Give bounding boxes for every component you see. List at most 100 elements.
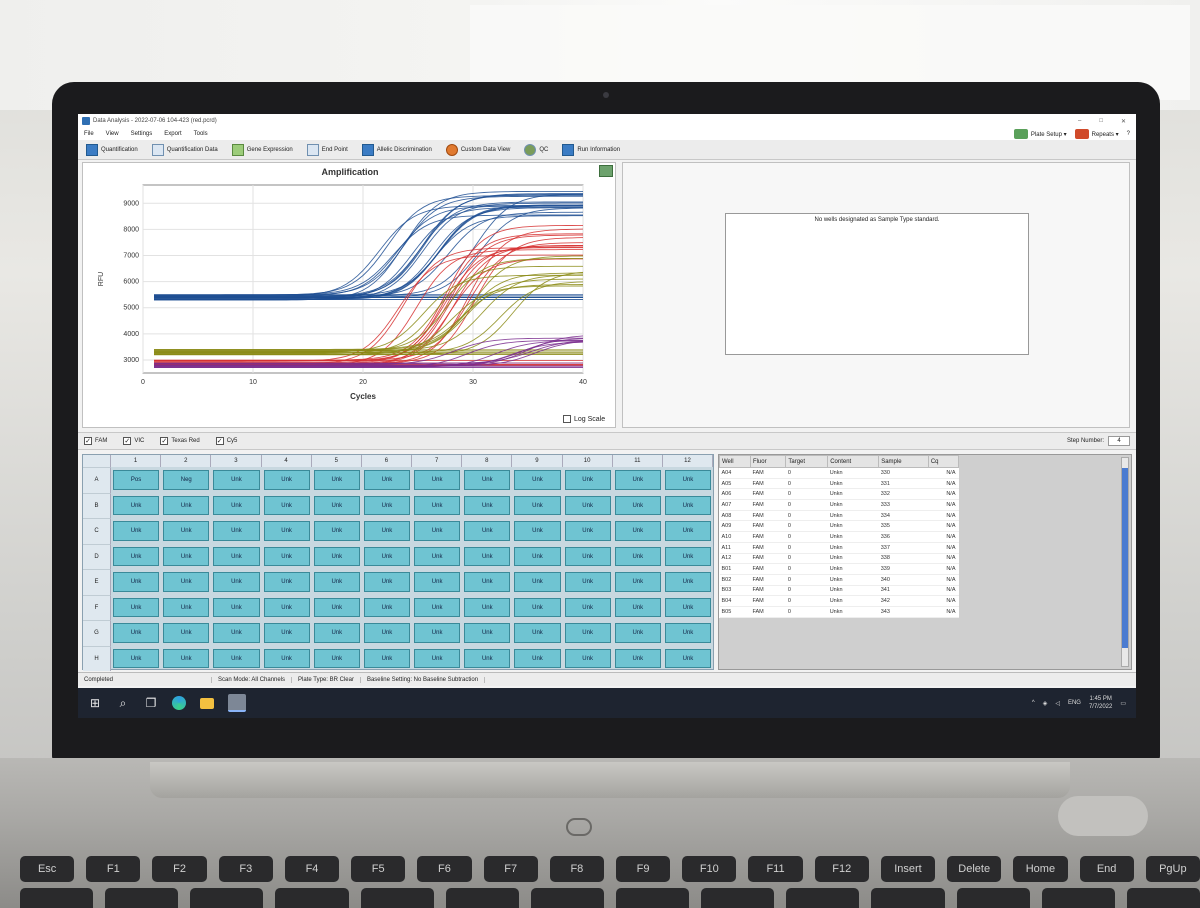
volume-icon[interactable]: ◁ — [1055, 700, 1060, 707]
plate-well[interactable]: Unk — [213, 648, 260, 668]
menu-settings[interactable]: Settings — [131, 131, 153, 137]
plate-well[interactable]: Unk — [464, 495, 511, 515]
plate-well[interactable]: Unk — [113, 546, 160, 566]
plate-column-9[interactable]: 9 — [512, 455, 563, 467]
plate-well[interactable]: Unk — [263, 546, 310, 566]
plate-well[interactable]: Unk — [363, 546, 411, 566]
network-icon[interactable]: ◈ — [1043, 700, 1048, 707]
plate-well[interactable]: Unk — [414, 470, 461, 490]
plate-setup-button[interactable]: Plate Setup ▾ — [1013, 129, 1067, 139]
file-explorer-icon[interactable] — [200, 697, 214, 709]
plate-well[interactable]: Unk — [664, 648, 712, 668]
plate-well[interactable]: Unk — [163, 546, 210, 566]
plate-well[interactable]: Unk — [664, 495, 712, 515]
plate-well[interactable]: Unk — [313, 470, 360, 490]
table-scrollbar[interactable] — [1121, 457, 1129, 667]
plate-column-12[interactable]: 12 — [662, 455, 714, 467]
plate-well[interactable]: Unk — [213, 521, 260, 541]
plate-well[interactable]: Unk — [113, 572, 160, 592]
table-row[interactable]: A05 FAM 0 Unkn 331 N/A — [719, 478, 959, 490]
repeats-button[interactable]: Repeats ▾ — [1074, 129, 1119, 139]
plate-well[interactable]: Unk — [514, 623, 561, 643]
plate-row-label[interactable]: F — [83, 594, 111, 620]
plate-column-4[interactable]: 4 — [261, 455, 312, 467]
plate-well[interactable]: Unk — [664, 572, 712, 592]
log-scale-checkbox[interactable] — [563, 415, 571, 423]
table-row[interactable]: A10 FAM 0 Unkn 336 N/A — [719, 531, 959, 543]
plate-select-all[interactable] — [83, 455, 111, 467]
plate-column-8[interactable]: 8 — [462, 455, 513, 467]
tray-chevron-icon[interactable]: ^ — [1032, 700, 1035, 706]
plate-well[interactable]: Unk — [414, 495, 461, 515]
channel-fam-checkbox[interactable] — [84, 437, 92, 445]
table-row[interactable]: A09 FAM 0 Unkn 335 N/A — [719, 520, 959, 533]
cfx-app-taskbar-icon[interactable] — [228, 694, 246, 712]
plate-well[interactable]: Unk — [514, 648, 561, 668]
plate-well[interactable]: Neg — [163, 470, 210, 490]
plate-well[interactable]: Unk — [263, 623, 310, 643]
table-row[interactable]: A04 FAM 0 Unkn 330 N/A — [719, 467, 959, 479]
tab-end-point[interactable]: End Point — [303, 142, 352, 158]
tab-quantification[interactable]: Quantification — [82, 142, 142, 158]
plate-well[interactable]: Unk — [263, 597, 310, 617]
table-row[interactable]: A11 FAM 0 Unkn 337 N/A — [719, 542, 959, 554]
plate-well[interactable]: Unk — [113, 521, 160, 541]
tray-language[interactable]: ENG — [1068, 700, 1081, 706]
maximize-button[interactable]: □ — [1099, 118, 1103, 125]
plate-well[interactable]: Unk — [363, 648, 411, 668]
plate-well[interactable]: Unk — [464, 546, 511, 566]
plate-well[interactable]: Unk — [263, 521, 310, 541]
plate-well[interactable]: Unk — [313, 572, 360, 592]
plate-column-7[interactable]: 7 — [412, 455, 463, 467]
plate-row-label[interactable]: E — [83, 569, 111, 595]
plate-well[interactable]: Unk — [363, 521, 411, 541]
plate-well[interactable]: Unk — [163, 495, 210, 515]
plate-well[interactable]: Unk — [113, 597, 160, 617]
menu-export[interactable]: Export — [164, 131, 181, 137]
plate-well[interactable]: Unk — [313, 546, 360, 566]
plate-well[interactable]: Unk — [163, 597, 210, 617]
plate-well[interactable]: Unk — [313, 623, 360, 643]
plate-well[interactable]: Unk — [664, 546, 712, 566]
plate-well[interactable]: Unk — [213, 572, 260, 592]
plate-well[interactable]: Unk — [464, 623, 511, 643]
plate-well[interactable]: Unk — [614, 597, 661, 617]
plate-well[interactable]: Unk — [414, 521, 461, 541]
menu-file[interactable]: File — [84, 131, 94, 137]
table-row[interactable]: B05 FAM 0 Unkn 343 N/A — [719, 606, 959, 618]
plate-well[interactable]: Unk — [514, 597, 561, 617]
plate-well[interactable]: Unk — [614, 623, 661, 643]
channel-cy5-checkbox[interactable] — [215, 437, 224, 445]
table-row[interactable]: B02 FAM 0 Unkn 340 N/A — [719, 574, 959, 586]
plate-well[interactable]: Unk — [213, 495, 260, 515]
plate-well[interactable]: Unk — [363, 495, 411, 515]
plate-well[interactable]: Unk — [514, 572, 561, 592]
plate-well[interactable]: Unk — [163, 623, 210, 643]
plate-well[interactable]: Unk — [664, 623, 712, 643]
channel-cy5[interactable]: Cy5 — [215, 437, 237, 445]
plate-well[interactable]: Unk — [313, 648, 360, 668]
plate-well[interactable]: Unk — [113, 648, 160, 668]
plate-row-label[interactable]: B — [83, 492, 111, 518]
plate-well[interactable]: Unk — [363, 623, 411, 643]
plate-well[interactable]: Unk — [464, 470, 511, 490]
plate-well[interactable]: Unk — [564, 597, 611, 617]
plate-well[interactable]: Unk — [464, 597, 511, 617]
table-row[interactable]: B04 FAM 0 Unkn 342 N/A — [719, 595, 959, 607]
plate-well[interactable]: Unk — [414, 648, 461, 668]
tab-gene-expression[interactable]: Gene Expression — [228, 142, 297, 158]
plate-well[interactable]: Unk — [363, 597, 411, 617]
plate-well[interactable]: Unk — [113, 495, 160, 515]
start-icon[interactable]: ⊞ — [88, 696, 102, 710]
plate-column-11[interactable]: 11 — [612, 455, 663, 467]
plate-column-3[interactable]: 3 — [211, 455, 262, 467]
step-number-select[interactable]: 4 — [1108, 436, 1130, 446]
plate-well[interactable]: Unk — [414, 572, 461, 592]
menu-tools[interactable]: Tools — [194, 131, 208, 137]
plate-well[interactable]: Unk — [313, 521, 360, 541]
table-row[interactable]: B03 FAM 0 Unkn 341 N/A — [719, 585, 959, 597]
tab-qc[interactable]: QC — [520, 142, 552, 158]
log-scale-toggle[interactable]: Log Scale — [563, 415, 605, 423]
tab-custom-data-view[interactable]: Custom Data View — [442, 142, 515, 158]
plate-well[interactable]: Unk — [614, 572, 661, 592]
